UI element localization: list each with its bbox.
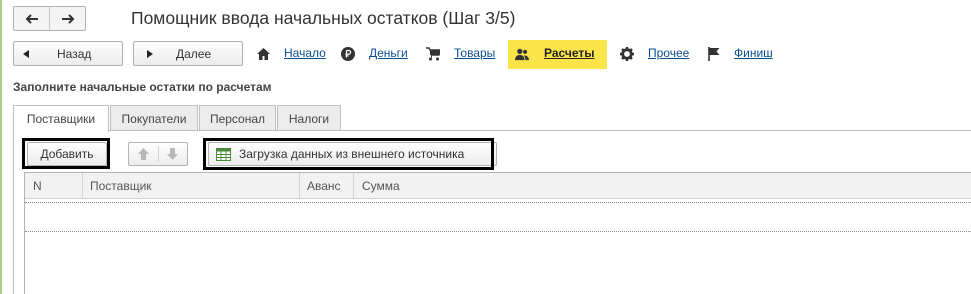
window-edge — [0, 0, 2, 294]
column-separator — [299, 173, 300, 199]
history-forward-button[interactable] — [49, 7, 85, 30]
column-header-number[interactable]: N — [33, 173, 42, 199]
tab-personnel[interactable]: Персонал — [199, 105, 276, 131]
next-button[interactable]: Далее — [133, 41, 243, 66]
back-button[interactable]: Назад — [13, 41, 123, 66]
arrow-right-icon — [61, 13, 74, 24]
move-buttons — [128, 142, 188, 166]
cart-icon — [426, 47, 440, 61]
column-header-advance[interactable]: Аванс — [307, 173, 341, 199]
tab-label: Персонал — [209, 111, 266, 126]
gear-icon — [620, 47, 634, 61]
step-link-start[interactable]: Начало — [284, 46, 326, 60]
step-link-goods[interactable]: Товары — [454, 46, 495, 60]
tab-taxes[interactable]: Налоги — [277, 105, 341, 131]
table-header: N Поставщик Аванс Сумма — [25, 173, 971, 199]
people-icon — [515, 47, 529, 61]
column-header-supplier[interactable]: Поставщик — [90, 173, 152, 199]
highlight-frame-add — [22, 138, 110, 169]
column-header-amount[interactable]: Сумма — [362, 173, 400, 199]
flag-icon — [707, 47, 721, 61]
step-link-settlements[interactable]: Расчеты — [544, 46, 595, 60]
section-title: Заполните начальные остатки по расчетам — [13, 80, 272, 94]
move-up-button[interactable] — [129, 143, 158, 165]
panel-border — [13, 130, 14, 294]
arrow-down-icon — [167, 148, 179, 160]
tab-label: Покупатели — [121, 111, 187, 126]
step-link-finish[interactable]: Финиш — [734, 46, 773, 60]
step-link-other[interactable]: Прочее — [648, 46, 689, 60]
highlight-frame-load — [203, 138, 494, 170]
triangle-left-icon — [23, 50, 29, 58]
column-separator — [353, 173, 354, 199]
arrow-up-icon — [137, 148, 149, 160]
column-separator — [82, 173, 83, 199]
triangle-right-icon — [147, 50, 153, 58]
ruble-coin-icon — [341, 47, 355, 61]
arrow-left-icon — [25, 13, 38, 24]
history-nav — [13, 6, 86, 31]
tab-label: Поставщики — [26, 112, 96, 126]
back-button-label: Назад — [57, 46, 92, 61]
step-link-money[interactable]: Деньги — [369, 46, 408, 60]
table-row-empty[interactable] — [25, 202, 971, 232]
tab-label: Налоги — [288, 111, 330, 126]
tab-customers[interactable]: Покупатели — [110, 105, 198, 131]
history-back-button[interactable] — [14, 7, 49, 30]
home-icon — [256, 47, 270, 61]
window-title: Помощник ввода начальных остатков (Шаг 3… — [131, 8, 516, 28]
tab-divider — [13, 130, 971, 131]
suppliers-table[interactable]: N Поставщик Аванс Сумма — [24, 172, 971, 294]
tab-suppliers[interactable]: Поставщики — [13, 105, 109, 132]
move-down-button[interactable] — [159, 143, 188, 165]
next-button-label: Далее — [176, 46, 212, 61]
